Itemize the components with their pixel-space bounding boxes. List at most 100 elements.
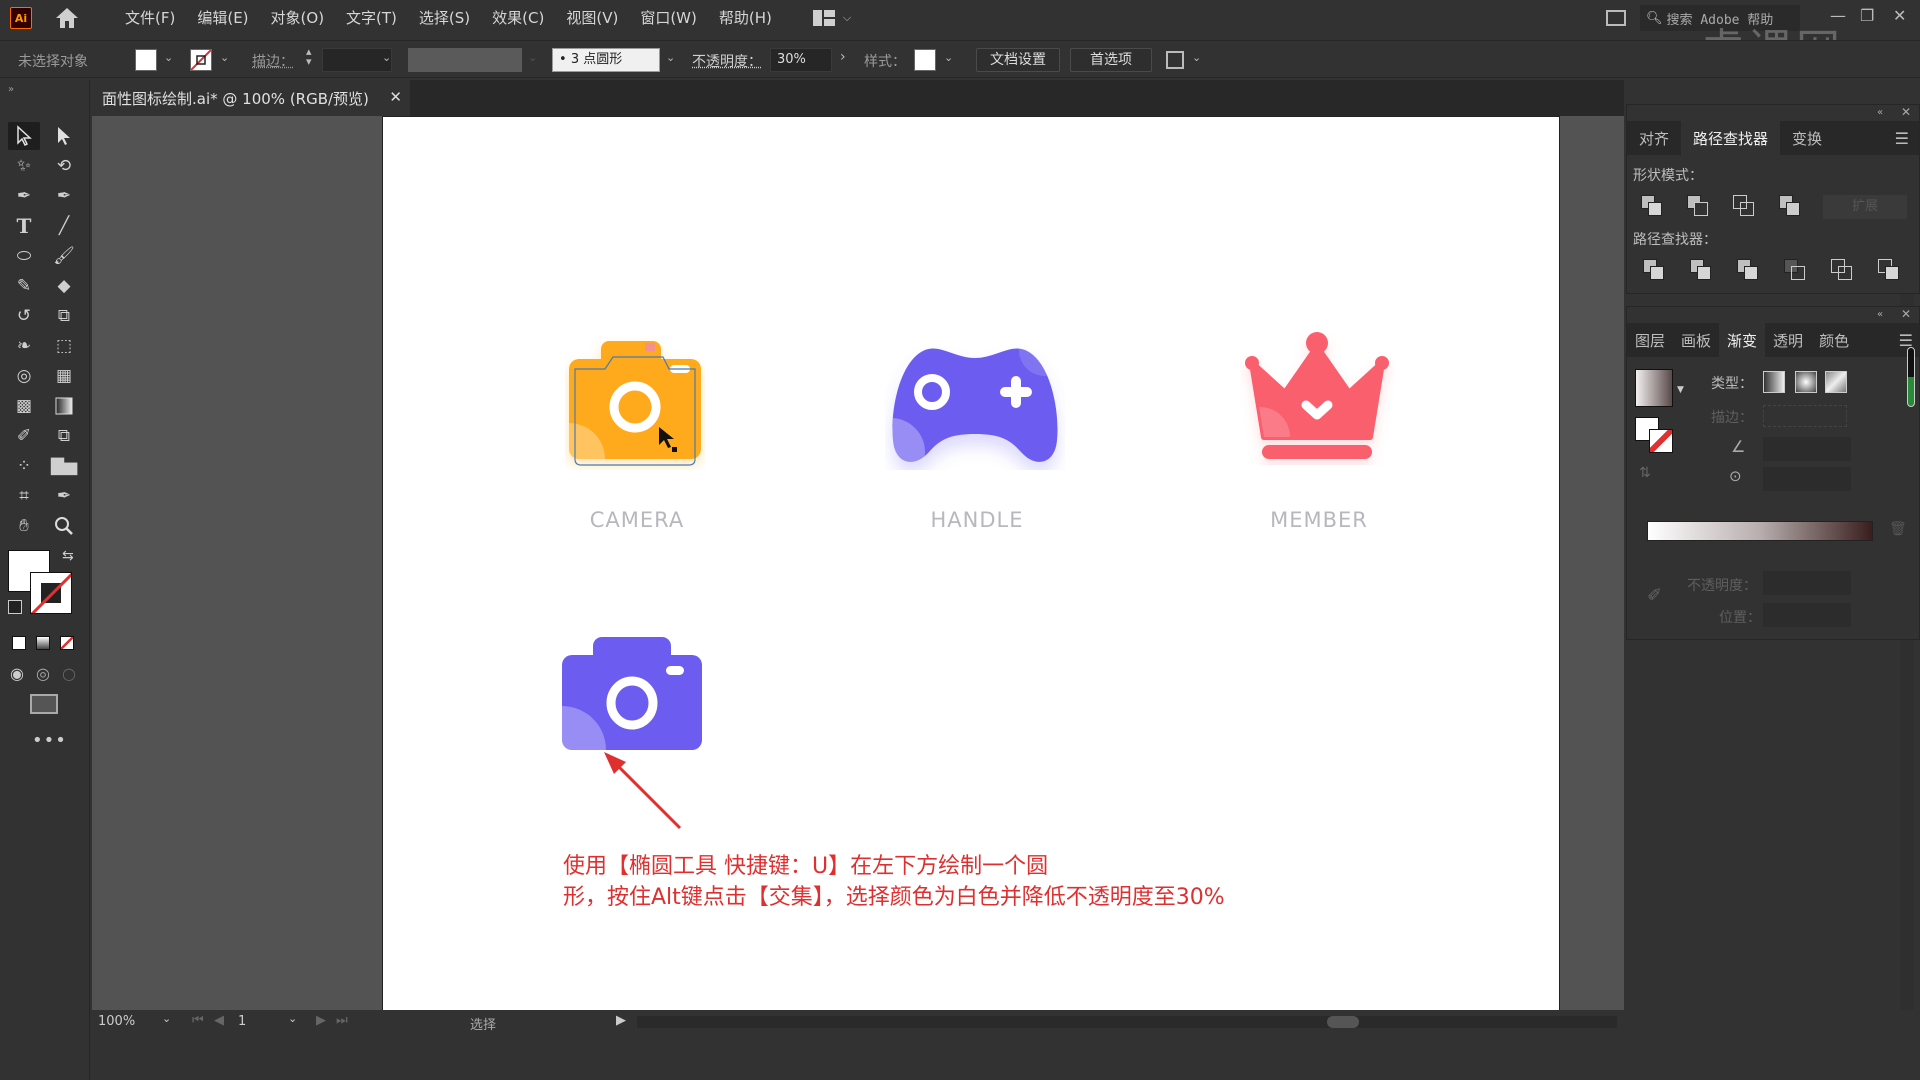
delete-stop-icon[interactable]: 🗑︎ [1889, 521, 1907, 537]
hand-tool[interactable]: ✋︎ [8, 512, 40, 540]
rotate-tool[interactable]: ↺ [8, 302, 40, 330]
divide-button[interactable] [1643, 259, 1665, 281]
stroke-label[interactable]: 描边： [252, 51, 294, 71]
tab-gradient[interactable]: 渐变 [1719, 323, 1766, 357]
menu-file[interactable]: 文件(F) [114, 0, 186, 36]
close-window-button[interactable]: ✕ [1893, 6, 1906, 25]
shaper-tool[interactable]: ✎ [8, 272, 40, 300]
tab-layers[interactable]: 图层 [1627, 323, 1673, 357]
status-menu-icon[interactable]: ▶︎ [616, 1013, 626, 1028]
radial-gradient-button[interactable] [1795, 371, 1817, 393]
stroke-gradient-buttons[interactable] [1763, 405, 1847, 427]
stroke-weight-stepper[interactable]: ▴ ▾ [306, 46, 312, 67]
gradient-stroke-box[interactable] [1649, 429, 1673, 453]
stroke-weight-dropdown[interactable]: ⌄ [382, 51, 391, 64]
ellipse-tool[interactable]: ⬭ [8, 242, 40, 270]
last-artboard-icon[interactable]: ⏭︎ [336, 1013, 348, 1028]
artboard-number-input[interactable]: 1 [238, 1014, 288, 1029]
magic-wand-tool[interactable]: ✨︎ [8, 152, 40, 180]
free-transform-tool[interactable]: ⬚ [48, 332, 80, 360]
horizontal-scrollbar[interactable] [637, 1016, 1617, 1028]
mesh-tool[interactable]: ▩ [8, 392, 40, 420]
eyedropper-icon[interactable]: ✐ [1647, 585, 1662, 606]
next-artboard-icon[interactable]: ▶︎ [316, 1013, 326, 1028]
camera-icon-orange[interactable] [565, 335, 705, 470]
arrange-icon[interactable] [1166, 51, 1184, 69]
panel-close-icon[interactable]: ✕ [1901, 105, 1911, 119]
exclude-button[interactable] [1779, 195, 1801, 217]
first-artboard-icon[interactable]: ⏮︎ [192, 1013, 204, 1028]
profile-dropdown[interactable]: ⌄ [528, 51, 537, 64]
artboard-dropdown-icon[interactable]: ⌄ [288, 1012, 297, 1025]
stroke-dropdown-icon[interactable]: ⌄ [220, 51, 229, 64]
draw-inside-icon[interactable]: ○ [62, 664, 76, 683]
menu-edit[interactable]: 编辑(E) [186, 0, 259, 36]
menu-effect[interactable]: 效果(C) [481, 0, 555, 36]
line-segment-tool[interactable]: ╱ [48, 212, 80, 240]
tab-artboards[interactable]: 画板 [1673, 323, 1719, 357]
opacity-input[interactable]: 30% [770, 48, 832, 72]
minus-back-button[interactable] [1878, 259, 1900, 281]
tab-pathfinder[interactable]: 路径查找器 [1681, 121, 1781, 155]
variable-width-profile[interactable] [408, 48, 522, 72]
more-tools-icon[interactable]: ••• [32, 730, 67, 751]
style-dropdown[interactable]: ⌄ [944, 51, 953, 64]
minus-front-button[interactable] [1687, 195, 1709, 217]
panel-collapse-icon[interactable]: » [8, 84, 14, 95]
panel-close-icon[interactable]: ✕ [1901, 307, 1911, 321]
eyedropper-tool[interactable]: ✐ [8, 422, 40, 450]
opacity-label[interactable]: 不透明度： [692, 51, 762, 71]
restore-button[interactable]: ❐ [1860, 6, 1874, 25]
panel-toggle-icon[interactable] [1606, 10, 1626, 26]
gradient-preset-dropdown[interactable]: ▼ [1677, 385, 1684, 395]
linear-gradient-button[interactable] [1763, 371, 1785, 393]
angle-input[interactable] [1763, 437, 1851, 461]
type-tool[interactable]: T [8, 212, 40, 240]
document-tab[interactable]: 面性图标绘制.ai* @ 100% (RGB/预览) ✕ [92, 80, 410, 116]
symbol-sprayer-tool[interactable]: ⁘ [8, 452, 40, 480]
color-mode-button[interactable] [12, 636, 26, 650]
stroke-swatch[interactable] [190, 49, 212, 71]
unite-button[interactable] [1641, 195, 1663, 217]
stroke-color-box[interactable] [30, 572, 72, 614]
home-icon[interactable] [54, 6, 80, 30]
preferences-button[interactable]: 首选项 [1070, 48, 1152, 72]
brush-definition[interactable]: • 3 点圆形 [552, 48, 660, 72]
zoom-tool[interactable] [48, 512, 80, 540]
trim-button[interactable] [1690, 259, 1712, 281]
menu-select[interactable]: 选择(S) [408, 0, 481, 36]
workspace-switcher[interactable]: ⌵ [812, 10, 851, 26]
tab-align[interactable]: 对齐 [1627, 121, 1681, 155]
menu-help[interactable]: 帮助(H) [708, 0, 783, 36]
menu-window[interactable]: 窗口(W) [629, 0, 708, 36]
gradient-slider[interactable] [1647, 521, 1873, 541]
default-colors-icon[interactable] [8, 600, 22, 614]
intersect-button[interactable] [1733, 195, 1755, 217]
opacity-flyout-icon[interactable]: › [840, 49, 846, 65]
shape-builder-tool[interactable]: ◎ [8, 362, 40, 390]
lasso-tool[interactable]: ⟲ [48, 152, 80, 180]
crop-button[interactable] [1784, 259, 1806, 281]
eraser-tool[interactable]: ◆ [48, 272, 80, 300]
prev-artboard-icon[interactable]: ◀︎ [214, 1013, 224, 1028]
close-tab-icon[interactable]: ✕ [389, 88, 402, 106]
expand-button[interactable]: 扩展 [1823, 195, 1907, 219]
gradient-preview-swatch[interactable] [1635, 369, 1673, 407]
camera-icon-purple[interactable] [560, 635, 705, 755]
outline-button[interactable] [1831, 259, 1853, 281]
direct-selection-tool[interactable] [48, 122, 80, 150]
blend-tool[interactable]: ⧉ [48, 422, 80, 450]
freeform-gradient-button[interactable] [1825, 371, 1847, 393]
menu-type[interactable]: 文字(T) [335, 0, 408, 36]
tab-transform[interactable]: 变换 [1780, 121, 1834, 155]
panel-collapse-icon[interactable]: « [1877, 309, 1883, 320]
menu-view[interactable]: 视图(V) [555, 0, 629, 36]
scale-tool[interactable]: ⧉ [48, 302, 80, 330]
paintbrush-tool[interactable]: 🖌︎ [48, 242, 80, 270]
menu-object[interactable]: 对象(O) [260, 0, 336, 36]
crown-icon[interactable] [1240, 325, 1395, 465]
screen-mode-icon[interactable] [30, 694, 58, 714]
tab-color[interactable]: 颜色 [1811, 323, 1857, 357]
panel-menu-icon[interactable]: ☰ [1893, 323, 1919, 357]
stop-location-input[interactable] [1763, 603, 1851, 627]
